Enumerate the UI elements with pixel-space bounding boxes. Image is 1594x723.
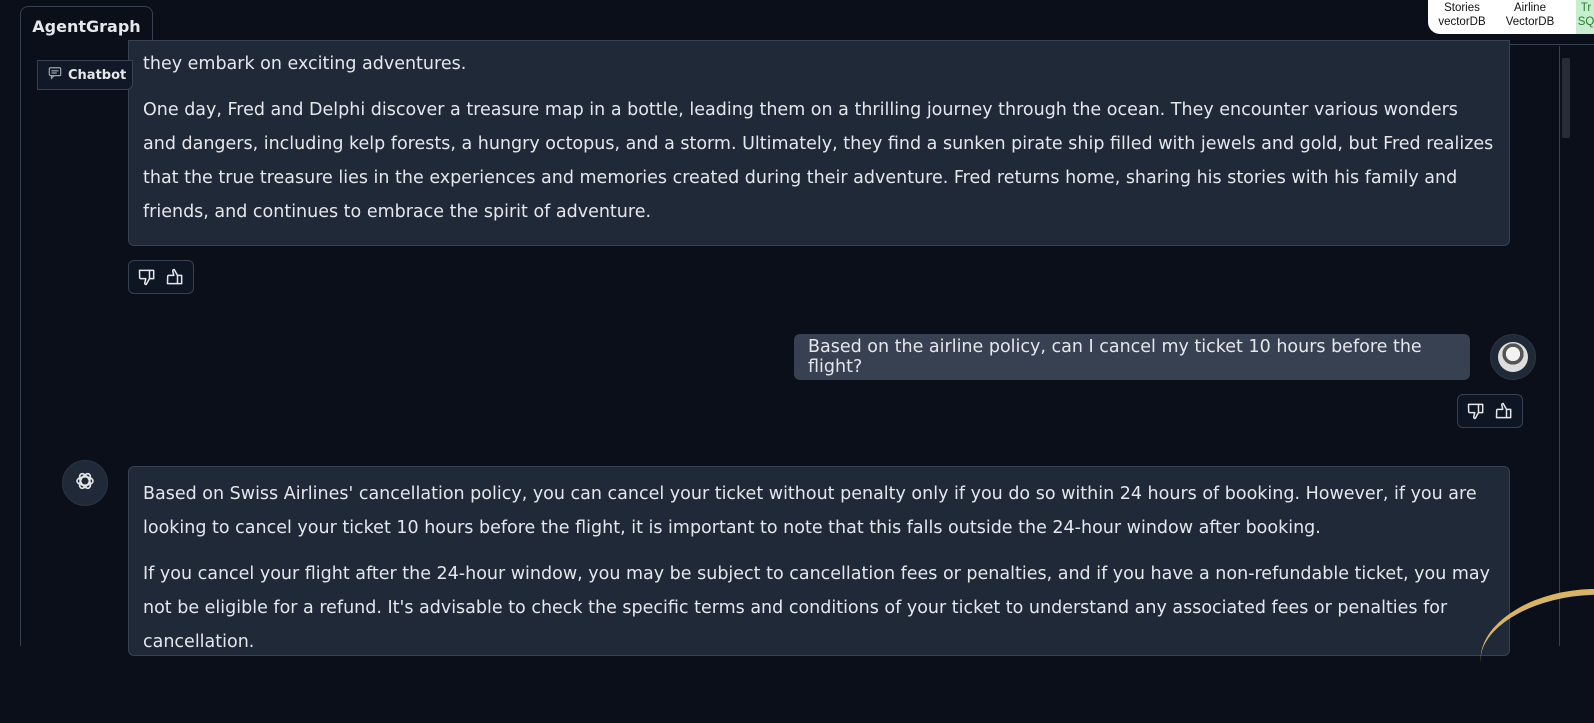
message-paragraph: If you cancel your flight after the 24-h…	[143, 564, 1491, 652]
user-avatar-image	[1498, 342, 1528, 372]
openai-logo-icon	[73, 469, 97, 497]
legend-line: Tr	[1580, 2, 1592, 14]
thumbs-down-icon[interactable]	[1465, 400, 1487, 422]
chat-bubble-icon	[48, 66, 62, 84]
legend-line: vectorDB	[1438, 16, 1486, 28]
message-paragraph: One day, Fred and Delphi discover a trea…	[143, 100, 1494, 222]
legend-airline-vectordb: Airline VectorDB	[1500, 1, 1560, 29]
message-reactions	[128, 260, 194, 294]
assistant-message: Based on Swiss Airlines' cancellation po…	[128, 466, 1510, 656]
chatbot-label-text: Chatbot	[68, 67, 127, 83]
user-message: Based on the airline policy, can I cance…	[794, 334, 1470, 380]
message-paragraph: they embark on exciting adventures.	[143, 54, 467, 74]
overlay-legend: Stories vectorDB Airline VectorDB Tr SQ	[1428, 0, 1594, 34]
legend-travel-sqldb: Tr SQ	[1576, 0, 1594, 34]
chatbot-label: Chatbot	[37, 60, 133, 90]
legend-line: Airline	[1514, 2, 1546, 14]
thumbs-down-icon[interactable]	[136, 266, 158, 288]
message-reactions	[1457, 394, 1523, 428]
user-avatar	[1490, 334, 1536, 380]
legend-line: SQ	[1577, 16, 1594, 28]
legend-stories-vectordb: Stories vectorDB	[1434, 1, 1490, 29]
assistant-message: they embark on exciting adventures. One …	[128, 40, 1510, 246]
user-message-text: Based on the airline policy, can I cance…	[808, 337, 1422, 377]
assistant-avatar	[62, 460, 108, 506]
message-paragraph: Based on Swiss Airlines' cancellation po…	[143, 484, 1477, 538]
legend-line: VectorDB	[1505, 16, 1555, 28]
thumbs-up-icon[interactable]	[1493, 400, 1515, 422]
thumbs-up-icon[interactable]	[164, 266, 186, 288]
legend-line: Stories	[1444, 2, 1480, 14]
scrollbar[interactable]	[1562, 58, 1570, 138]
